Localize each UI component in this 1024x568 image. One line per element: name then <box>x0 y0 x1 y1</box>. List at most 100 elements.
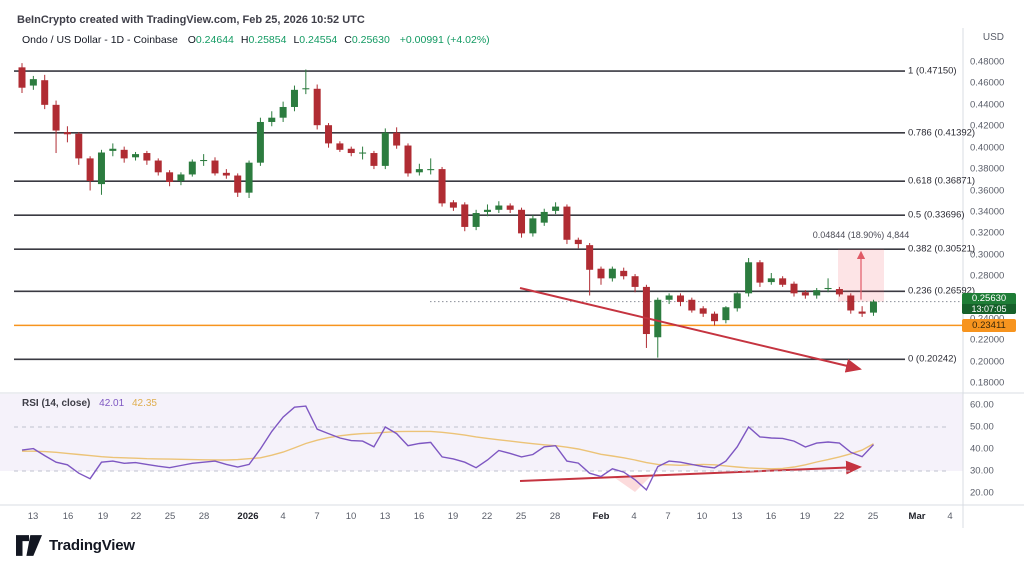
candle-body <box>654 300 661 337</box>
symbol-info-bar[interactable]: Ondo / US Dollar - 1D - Coinbase O0.2464… <box>22 34 490 46</box>
candle-body <box>825 288 832 289</box>
candle-body <box>121 150 128 159</box>
measurement-box <box>838 249 884 301</box>
price-tick-label: 0.18000 <box>970 378 1004 389</box>
price-tick-label: 0.38000 <box>970 164 1004 175</box>
ohlc-value: 0.25630 <box>352 34 390 46</box>
candle-body <box>370 153 377 166</box>
candle-body <box>836 289 843 294</box>
candle-body <box>756 262 763 282</box>
price-tick-label: 0.42000 <box>970 121 1004 132</box>
chart-canvas[interactable] <box>0 0 1024 568</box>
rsi-tick-label: 60.00 <box>970 400 994 411</box>
time-tick-label: 19 <box>448 511 459 522</box>
price-tick-label: 0.40000 <box>970 142 1004 153</box>
candle-body <box>461 204 468 226</box>
currency-label: USD <box>983 32 1004 43</box>
candle-body <box>302 88 309 89</box>
price-tick-label: 0.44000 <box>970 99 1004 110</box>
candle-body <box>700 308 707 313</box>
ohlc-value: 0.24644 <box>196 34 234 46</box>
watermark: BeInCrypto created with TradingView.com,… <box>17 14 365 26</box>
price-tick-label: 0.22000 <box>970 335 1004 346</box>
price-tick-label: 0.20000 <box>970 356 1004 367</box>
time-tick-label: 22 <box>482 511 493 522</box>
time-tick-label: 7 <box>665 511 670 522</box>
candle-body <box>802 292 809 295</box>
time-tick-label: 10 <box>697 511 708 522</box>
candle-body <box>189 162 196 175</box>
time-tick-label: Feb <box>593 511 610 522</box>
candle-body <box>620 271 627 276</box>
candle-body <box>268 118 275 122</box>
price-tick-label: 0.48000 <box>970 57 1004 68</box>
candle-body <box>711 314 718 321</box>
candle-body <box>200 160 207 161</box>
candle-body <box>64 132 71 134</box>
candle-body <box>632 276 639 287</box>
candle-body <box>155 161 162 173</box>
candle-body <box>688 300 695 311</box>
candle-body <box>30 79 37 85</box>
rsi-ma-value: 42.35 <box>132 398 157 409</box>
candle-body <box>847 295 854 310</box>
candle-body <box>109 149 116 151</box>
candle-body <box>507 206 514 210</box>
time-tick-label: 10 <box>346 511 357 522</box>
ohlc-value: 0.24554 <box>299 34 337 46</box>
last-price-badge: 0.25630 13:07:05 <box>962 293 1016 314</box>
ohlc-key: C <box>344 34 352 46</box>
time-tick-label: 7 <box>314 511 319 522</box>
candle-body <box>598 269 605 279</box>
rsi-tick-label: 30.00 <box>970 466 994 477</box>
candle-body <box>336 143 343 149</box>
ohlc-value: 0.25854 <box>248 34 286 46</box>
time-tick-label: 25 <box>165 511 176 522</box>
ohlc-key: O <box>188 34 196 46</box>
candle-body <box>166 172 173 182</box>
time-tick-label: 16 <box>766 511 777 522</box>
candle-body <box>280 107 287 118</box>
candle-body <box>98 152 105 184</box>
time-tick-label: 22 <box>834 511 845 522</box>
time-tick-label: 19 <box>800 511 811 522</box>
tradingview-logo-text: TradingView <box>49 537 135 554</box>
fib-label: 0.382 (0.30521) <box>908 244 975 255</box>
candle-body <box>41 80 48 105</box>
candle-body <box>348 149 355 153</box>
measurement-label: 0.04844 (18.90%) 4,844 <box>813 230 910 240</box>
candle-body <box>143 153 150 160</box>
candle-body <box>791 284 798 294</box>
candle-body <box>132 154 139 157</box>
rsi-legend[interactable]: RSI (14, close) 42.01 42.35 <box>22 398 157 409</box>
time-tick-label: 13 <box>732 511 743 522</box>
candle-body <box>575 240 582 244</box>
tradingview-chart-window: BeInCrypto created with TradingView.com,… <box>0 0 1024 568</box>
time-tick-label: 16 <box>414 511 425 522</box>
time-tick-label: 2026 <box>237 511 258 522</box>
candle-body <box>734 293 741 308</box>
time-tick-label: 16 <box>63 511 74 522</box>
time-tick-label: 13 <box>28 511 39 522</box>
time-tick-label: 4 <box>631 511 636 522</box>
time-tick-label: 25 <box>516 511 527 522</box>
candle-body <box>19 67 26 87</box>
candle-body <box>870 302 877 313</box>
candle-body <box>223 173 230 176</box>
fib-label: 0.5 (0.33696) <box>908 210 965 221</box>
tradingview-logo-icon <box>16 535 42 556</box>
price-tick-label: 0.30000 <box>970 249 1004 260</box>
time-tick-label: 4 <box>280 511 285 522</box>
candle-body <box>416 169 423 172</box>
candle-body <box>212 161 219 174</box>
candle-body <box>609 269 616 279</box>
tradingview-logo[interactable]: TradingView <box>16 535 135 556</box>
candle-body <box>234 176 241 193</box>
candle-body <box>427 169 434 170</box>
fib-level-lines <box>14 71 963 359</box>
time-tick-label: 28 <box>199 511 210 522</box>
candle-body <box>405 146 412 174</box>
candle-body <box>246 163 253 193</box>
candle-body <box>563 207 570 240</box>
candle-body <box>87 158 94 180</box>
